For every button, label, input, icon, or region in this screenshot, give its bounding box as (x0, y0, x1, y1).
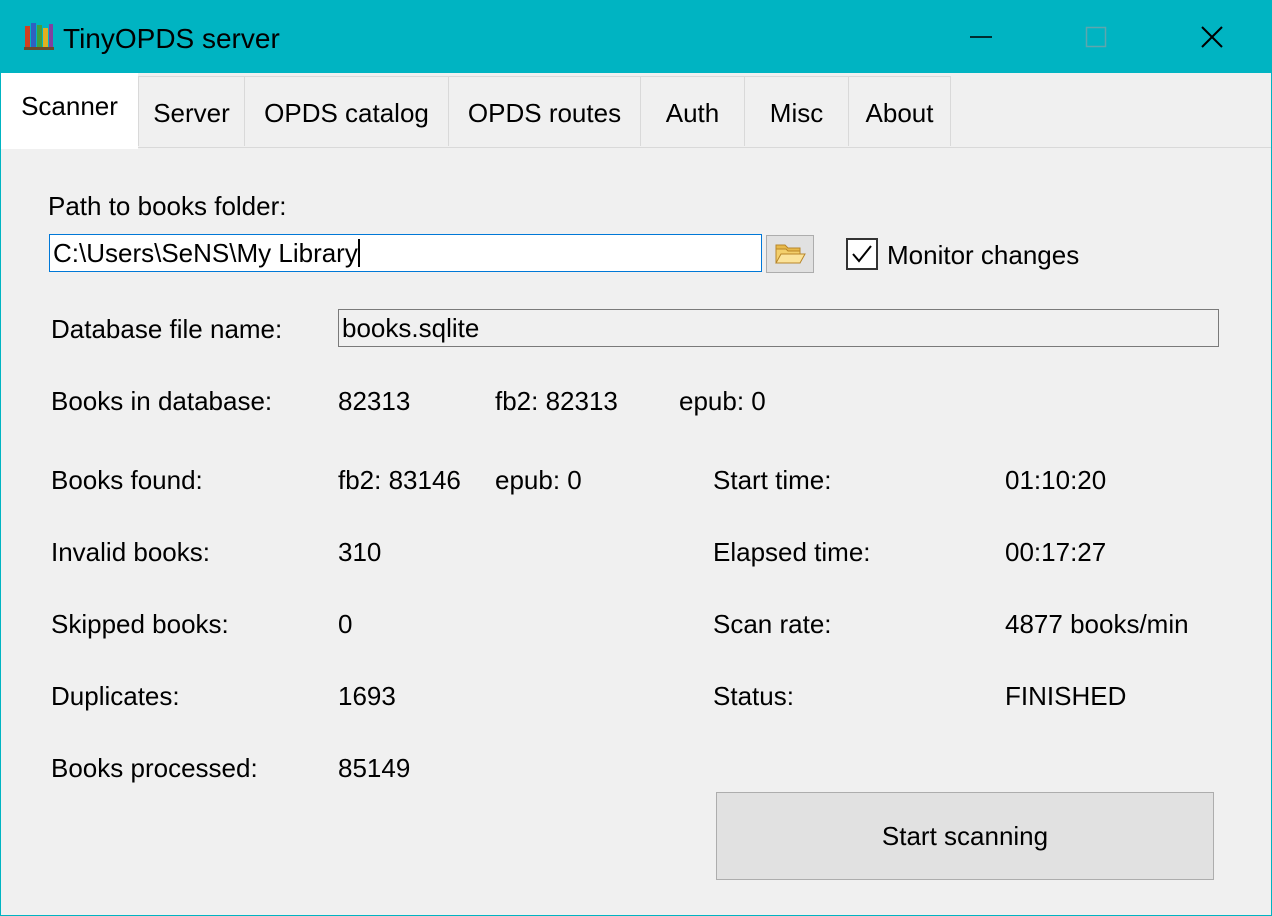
monitor-changes-label[interactable]: Monitor changes (887, 240, 1079, 270)
tab-misc[interactable]: Misc (744, 76, 849, 146)
status-value: FINISHED (1005, 681, 1127, 711)
maximize-icon (1085, 26, 1106, 48)
scan-rate-label: Scan rate: (713, 609, 832, 639)
skipped-books-label: Skipped books: (51, 609, 229, 639)
monitor-changes-checkbox[interactable] (846, 238, 878, 270)
tab-opds-catalog[interactable]: OPDS catalog (244, 76, 449, 146)
books-found-epub: epub: 0 (495, 465, 582, 495)
status-label: Status: (713, 681, 794, 711)
db-file-value: books.sqlite (342, 313, 480, 343)
duplicates-value: 1693 (338, 681, 396, 711)
books-found-label: Books found: (51, 465, 203, 495)
path-label: Path to books folder: (48, 191, 287, 221)
checkmark-icon (852, 245, 872, 263)
tab-opds-routes[interactable]: OPDS routes (448, 76, 641, 146)
books-folder-input[interactable]: C:\Users\SeNS\My Library (49, 234, 762, 272)
start-scanning-button[interactable]: Start scanning (716, 792, 1214, 880)
tab-server[interactable]: Server (138, 76, 245, 146)
minimize-icon (969, 36, 992, 38)
browse-folder-button[interactable] (766, 235, 814, 273)
skipped-books-value: 0 (338, 609, 353, 639)
invalid-books-label: Invalid books: (51, 537, 210, 567)
scan-rate-value: 4877 books/min (1005, 609, 1189, 639)
minimize-button[interactable] (923, 1, 1038, 73)
folder-open-icon (775, 244, 806, 264)
app-window: TinyOPDS server Scanner Server OPDS cata… (0, 0, 1272, 916)
books-found-fb2: fb2: 83146 (338, 465, 461, 495)
tab-scanner[interactable]: Scanner (1, 73, 138, 149)
tab-about[interactable]: About (848, 76, 951, 146)
text-caret (357, 239, 360, 267)
books-processed-label: Books processed: (51, 753, 258, 783)
window-title: TinyOPDS server (63, 23, 280, 54)
books-folder-value: C:\Users\SeNS\My Library (53, 238, 358, 268)
close-icon (1200, 26, 1223, 48)
tab-auth[interactable]: Auth (640, 76, 745, 146)
books-in-db-fb2: fb2: 82313 (495, 386, 618, 416)
tab-strip: Scanner Server OPDS catalog OPDS routes … (1, 73, 1271, 149)
duplicates-label: Duplicates: (51, 681, 180, 711)
invalid-books-value: 310 (338, 537, 382, 567)
close-button[interactable] (1154, 1, 1269, 73)
books-processed-value: 85149 (338, 753, 411, 783)
elapsed-time-label: Elapsed time: (713, 537, 871, 567)
books-in-db-label: Books in database: (51, 386, 273, 416)
books-app-icon (24, 23, 54, 50)
title-bar[interactable]: TinyOPDS server (1, 1, 1271, 73)
db-file-label: Database file name: (51, 314, 283, 344)
tab-divider (1, 147, 1271, 148)
db-file-input[interactable]: books.sqlite (338, 309, 1219, 347)
start-time-value: 01:10:20 (1005, 465, 1107, 495)
books-in-db-total: 82313 (338, 386, 411, 416)
start-time-label: Start time: (713, 465, 832, 495)
elapsed-time-value: 00:17:27 (1005, 537, 1107, 567)
books-in-db-epub: epub: 0 (679, 386, 766, 416)
maximize-button[interactable] (1038, 1, 1153, 73)
